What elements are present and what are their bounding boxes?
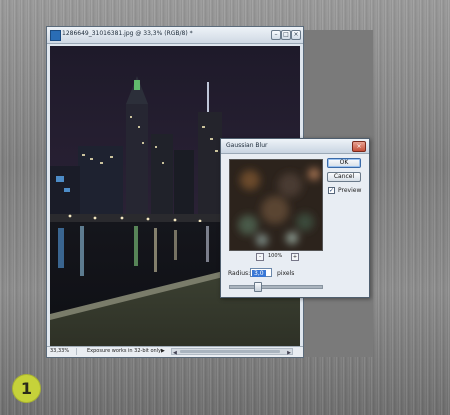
preview-checkbox[interactable]: ✓ [328,187,335,194]
preview-label: Preview [338,187,362,194]
gaussian-blur-dialog: Gaussian Blur × - 100% + Radius: 3,0 pix… [220,138,370,298]
blur-preview[interactable] [229,159,323,251]
close-button[interactable]: × [291,30,301,40]
zoom-out-button[interactable]: - [256,253,264,261]
scroll-right-arrow[interactable]: ▶ [287,350,291,356]
horizontal-scrollbar[interactable]: ◀ ▶ [171,348,293,356]
document-title: 1286649_31016381.jpg @ 33,3% (RGB/8) * [62,30,193,37]
status-menu-arrow[interactable]: ▶ [161,348,165,354]
dialog-title: Gaussian Blur [226,142,268,149]
document-titlebar[interactable]: 1286649_31016381.jpg @ 33,3% (RGB/8) * –… [47,27,303,44]
dialog-close-button[interactable]: × [352,141,366,152]
radius-input[interactable]: 3,0 [250,268,272,277]
document-statusbar: 33,33% Exposure works in 32-bit only ▶ ◀… [47,346,303,357]
step-number-badge: 1 [12,374,41,403]
radius-label: Radius: [228,270,251,277]
scroll-left-arrow[interactable]: ◀ [173,350,177,356]
status-info-text: Exposure works in 32-bit only [87,348,162,354]
minimize-button[interactable]: – [271,30,281,40]
cancel-button[interactable]: Cancel [327,172,361,182]
preview-zoom-percent: 100% [268,253,283,259]
radius-slider-track[interactable] [229,285,323,289]
ok-button[interactable]: OK [327,158,361,168]
radius-unit: pixels [277,270,295,277]
radius-value: 3,0 [252,270,266,277]
maximize-button[interactable]: □ [281,30,291,40]
dialog-titlebar[interactable]: Gaussian Blur × [221,139,369,154]
blur-preview-image [230,160,322,250]
scrollbar-thumb[interactable] [180,350,280,353]
zoom-level-field[interactable]: 33,33% [50,348,77,355]
photoshop-icon [50,30,61,41]
zoom-in-button[interactable]: + [291,253,299,261]
radius-slider-thumb[interactable] [253,282,262,292]
